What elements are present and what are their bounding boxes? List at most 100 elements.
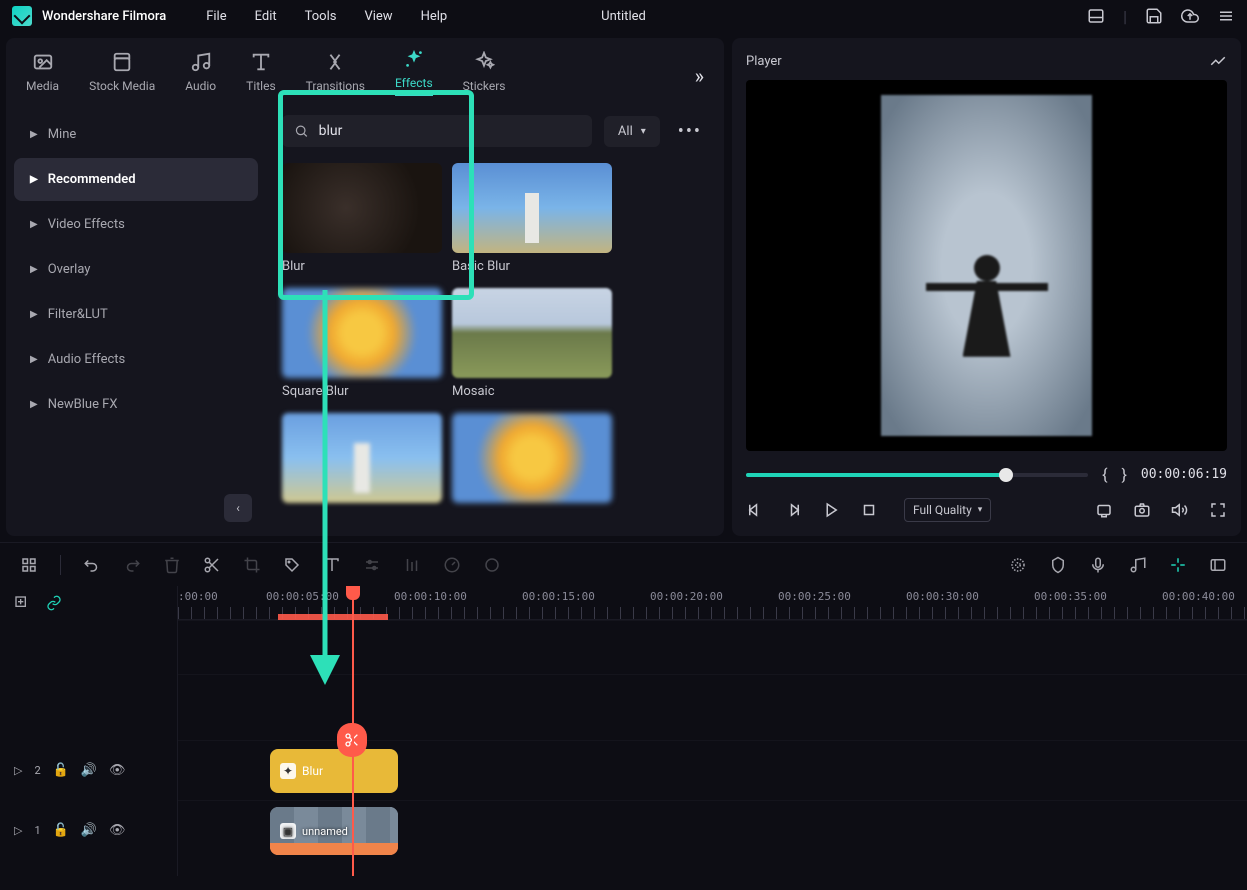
fullscreen-icon[interactable] (1209, 501, 1227, 519)
search-input[interactable] (319, 123, 580, 139)
tab-titles[interactable]: Titles (246, 51, 275, 101)
next-frame-icon[interactable] (784, 501, 802, 519)
expand-tabs-icon[interactable]: » (695, 64, 704, 88)
mute-icon[interactable]: 🔊 (81, 763, 97, 778)
stickers-icon (473, 51, 495, 73)
mute-icon[interactable]: 🔊 (81, 823, 97, 838)
player-chart-icon[interactable] (1209, 52, 1227, 70)
adjust-icon (363, 556, 381, 574)
add-track-icon[interactable] (14, 595, 30, 611)
apps-icon[interactable] (20, 556, 38, 574)
play-icon[interactable] (822, 501, 840, 519)
tab-effects[interactable]: Effects (395, 48, 433, 104)
sidebar-item-filter-lut[interactable]: ▶Filter&LUT (14, 293, 258, 336)
track-headers: ▷ 2 🔓 🔊 👁 ▷ 1 🔓 🔊 👁 (0, 586, 178, 876)
tag-icon[interactable] (283, 556, 301, 574)
chevron-right-icon: ▶ (30, 129, 38, 140)
more-options-icon[interactable]: ••• (672, 121, 708, 142)
save-icon[interactable] (1145, 7, 1163, 25)
track-row-1[interactable]: ▣unnamed (178, 800, 1247, 860)
app-name: Wondershare Filmora (42, 9, 166, 24)
menu-view[interactable]: View (364, 9, 392, 24)
track-type-icon: ▷ (14, 824, 22, 837)
marker-icon[interactable] (1049, 556, 1067, 574)
volume-icon[interactable] (1171, 501, 1189, 519)
effect-item[interactable] (282, 413, 442, 503)
tracks-area[interactable]: :00:00 00:00:05:00 00:00:10:00 00:00:15:… (178, 586, 1247, 876)
mixer-icon[interactable] (1009, 556, 1027, 574)
filter-dropdown[interactable]: All ▾ (604, 116, 660, 147)
menu-help[interactable]: Help (421, 9, 448, 24)
chevron-right-icon: ▶ (30, 219, 38, 230)
effect-item-mosaic[interactable]: Mosaic (452, 288, 612, 399)
lock-icon[interactable]: 🔓 (53, 763, 69, 778)
hamburger-icon[interactable] (1217, 7, 1235, 25)
sidebar-item-audio-effects[interactable]: ▶Audio Effects (14, 338, 258, 381)
split-icon[interactable] (203, 556, 221, 574)
menu-bar: File Edit Tools View Help (206, 9, 447, 24)
lock-icon[interactable]: 🔓 (53, 823, 69, 838)
menu-tools[interactable]: Tools (305, 9, 337, 24)
stop-icon[interactable] (860, 501, 878, 519)
playhead[interactable] (352, 586, 354, 876)
audio-track-icon[interactable] (1129, 556, 1147, 574)
track-manager-icon[interactable] (1209, 556, 1227, 574)
undo-icon[interactable] (83, 556, 101, 574)
sidebar-item-overlay[interactable]: ▶Overlay (14, 248, 258, 291)
link-icon[interactable] (46, 595, 62, 611)
chevron-down-icon: ▾ (641, 126, 646, 137)
source-tabs: Media Stock Media Audio Titles Transitio… (6, 38, 724, 105)
mark-out-button[interactable]: } (1121, 465, 1126, 484)
menu-edit[interactable]: Edit (255, 9, 277, 24)
source-panel: Media Stock Media Audio Titles Transitio… (6, 38, 724, 536)
clip-blur-effect[interactable]: ✦ Blur (270, 749, 398, 793)
effect-thumb (452, 163, 612, 253)
text-icon[interactable] (323, 556, 341, 574)
effect-thumb (452, 413, 612, 503)
track-header-2: ▷ 2 🔓 🔊 👁 (0, 740, 177, 800)
export-icon[interactable] (1095, 501, 1113, 519)
color-icon (483, 556, 501, 574)
track-type-icon: ▷ (14, 764, 22, 777)
collapse-sidebar-button[interactable]: ‹ (224, 494, 252, 522)
prev-frame-icon[interactable] (746, 501, 764, 519)
playhead-handle-icon[interactable] (346, 586, 360, 600)
effect-item-blur[interactable]: Blur (282, 163, 442, 274)
tab-media[interactable]: Media (26, 51, 59, 101)
sidebar-item-video-effects[interactable]: ▶Video Effects (14, 203, 258, 246)
tab-transitions[interactable]: Transitions (306, 51, 365, 101)
effect-thumb (452, 288, 612, 378)
clip-video[interactable]: ▣unnamed (270, 807, 398, 855)
layout-icon[interactable] (1087, 7, 1105, 25)
visibility-icon[interactable]: 👁 (109, 823, 126, 838)
tab-audio[interactable]: Audio (185, 51, 216, 101)
voiceover-icon[interactable] (1089, 556, 1107, 574)
transitions-icon (324, 51, 346, 73)
tab-stock-media[interactable]: Stock Media (89, 51, 155, 101)
chevron-right-icon: ▶ (30, 354, 38, 365)
sidebar-item-recommended[interactable]: ▶Recommended (14, 158, 258, 201)
effect-item-square-blur[interactable]: Square Blur (282, 288, 442, 399)
mark-in-button[interactable]: { (1102, 465, 1107, 484)
audio-icon (190, 51, 212, 73)
speed-icon (443, 556, 461, 574)
effect-item-basic-blur[interactable]: Basic Blur (452, 163, 612, 274)
snapshot-icon[interactable] (1133, 501, 1151, 519)
render-icon[interactable] (1169, 556, 1187, 574)
visibility-icon[interactable]: 👁 (109, 763, 126, 778)
cloud-upload-icon[interactable] (1181, 7, 1199, 25)
chevron-right-icon: ▶ (30, 309, 38, 320)
timeline: ▷ 2 🔓 🔊 👁 ▷ 1 🔓 🔊 👁 :00:00 00:00:05:00 0… (0, 586, 1247, 876)
player-progress-bar[interactable] (746, 473, 1088, 477)
sidebar-item-newblue-fx[interactable]: ▶NewBlue FX (14, 383, 258, 426)
quality-dropdown[interactable]: Full Quality ▾ (904, 498, 991, 522)
tab-stickers[interactable]: Stickers (463, 51, 506, 101)
menu-file[interactable]: File (206, 9, 226, 24)
progress-knob[interactable] (999, 468, 1013, 482)
project-title: Untitled (601, 9, 646, 24)
titlebar-actions: | (1087, 7, 1235, 26)
player-viewport[interactable] (746, 80, 1227, 451)
effect-thumb (282, 163, 442, 253)
effect-item[interactable] (452, 413, 612, 503)
sidebar-item-mine[interactable]: ▶Mine (14, 113, 258, 156)
